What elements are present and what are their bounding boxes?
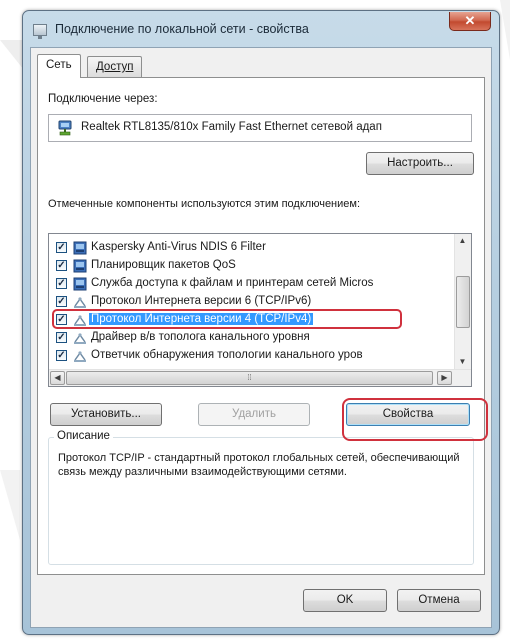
components-label: Отмеченные компоненты используются этим … [48, 198, 361, 210]
component-name: Драйвер в/в тополога канального уровня [91, 331, 310, 343]
component-name: Kaspersky Anti-Virus NDIS 6 Filter [91, 241, 266, 253]
component-name: Планировщик пакетов QoS [91, 259, 236, 271]
configure-button[interactable]: Настроить... [366, 152, 474, 175]
horizontal-scroll-thumb[interactable]: ⁞⁞ [66, 371, 433, 385]
network-driver-icon [73, 241, 87, 255]
network-driver-icon [73, 259, 87, 273]
ok-button[interactable]: OK [303, 589, 387, 612]
description-title: Описание [54, 430, 113, 442]
adapter-name: Realtek RTL8135/810x Family Fast Etherne… [81, 121, 382, 133]
tab-network[interactable]: Сеть [37, 54, 81, 78]
install-button[interactable]: Установить... [50, 403, 162, 426]
component-checkbox[interactable]: ✓ [56, 332, 67, 343]
tab-sharing-label: Доступ [96, 61, 134, 73]
scroll-right-arrow-icon[interactable]: ▶ [437, 371, 452, 385]
list-item[interactable]: ✓ Драйвер в/в тополога канального уровня [49, 329, 453, 347]
list-item-selected[interactable]: ✓ Протокол Интернета версии 4 (TCP/IPv4) [49, 309, 453, 329]
scroll-up-arrow-icon[interactable]: ▲ [455, 236, 470, 245]
dialog-client-area: Сеть Доступ Подключение через: Realtek R… [30, 47, 492, 628]
description-text: Протокол TCP/IP - стандартный протокол г… [58, 452, 460, 478]
component-name: Служба доступа к файлам и принтерам сете… [91, 277, 374, 289]
component-checkbox[interactable]: ✓ [56, 314, 67, 325]
protocol-icon [74, 351, 86, 362]
network-connection-icon [33, 24, 47, 39]
title-bar[interactable]: Подключение по локальной сети - свойства… [23, 11, 499, 47]
list-item[interactable]: ✓ Планировщик пакетов QoS [49, 257, 453, 275]
window-title: Подключение по локальной сети - свойства [55, 22, 309, 36]
vertical-scrollbar[interactable]: ▲ ▼ [454, 234, 471, 369]
uninstall-button[interactable]: Удалить [198, 403, 310, 426]
component-checkbox[interactable]: ✓ [56, 296, 67, 307]
component-name: Ответчик обнаружения топологии канальног… [91, 349, 363, 361]
network-driver-icon [73, 277, 87, 291]
screenshot-canvas: Подключение по локальной сети - свойства… [0, 0, 510, 643]
component-checkbox[interactable]: ✓ [56, 350, 67, 361]
vertical-scroll-thumb[interactable] [456, 276, 470, 328]
component-name: Протокол Интернета версии 4 (TCP/IPv4) [89, 313, 314, 325]
close-button[interactable]: ✕ [449, 12, 491, 31]
list-item[interactable]: ✓ Kaspersky Anti-Virus NDIS 6 Filter [49, 239, 453, 257]
cancel-button[interactable]: Отмена [397, 589, 481, 612]
protocol-icon [74, 297, 86, 308]
component-checkbox[interactable]: ✓ [56, 278, 67, 289]
scroll-down-arrow-icon[interactable]: ▼ [455, 357, 470, 366]
connect-via-label: Подключение через: [48, 93, 158, 105]
properties-dialog: Подключение по локальной сети - свойства… [22, 10, 500, 635]
protocol-icon [74, 315, 86, 326]
list-item[interactable]: ✓ Ответчик обнаружения топологии канальн… [49, 347, 453, 365]
tab-sharing[interactable]: Доступ [87, 56, 143, 77]
component-name: Протокол Интернета версии 6 (TCP/IPv6) [91, 295, 312, 307]
component-checkbox[interactable]: ✓ [56, 260, 67, 271]
component-checkbox[interactable]: ✓ [56, 242, 67, 253]
properties-highlight-ring [342, 398, 488, 441]
network-adapter-icon [58, 120, 72, 136]
horizontal-scrollbar[interactable]: ◀ ⁞⁞ ▶ [49, 369, 471, 386]
network-tab-panel: Подключение через: Realtek RTL8135/810x … [37, 77, 485, 575]
scroll-left-arrow-icon[interactable]: ◀ [50, 371, 65, 385]
components-list[interactable]: ✓ Kaspersky Anti-Virus NDIS 6 Filter ✓ П… [48, 233, 472, 387]
adapter-field: Realtek RTL8135/810x Family Fast Etherne… [48, 114, 472, 142]
list-item[interactable]: ✓ Служба доступа к файлам и принтерам се… [49, 275, 453, 293]
protocol-icon [74, 333, 86, 344]
